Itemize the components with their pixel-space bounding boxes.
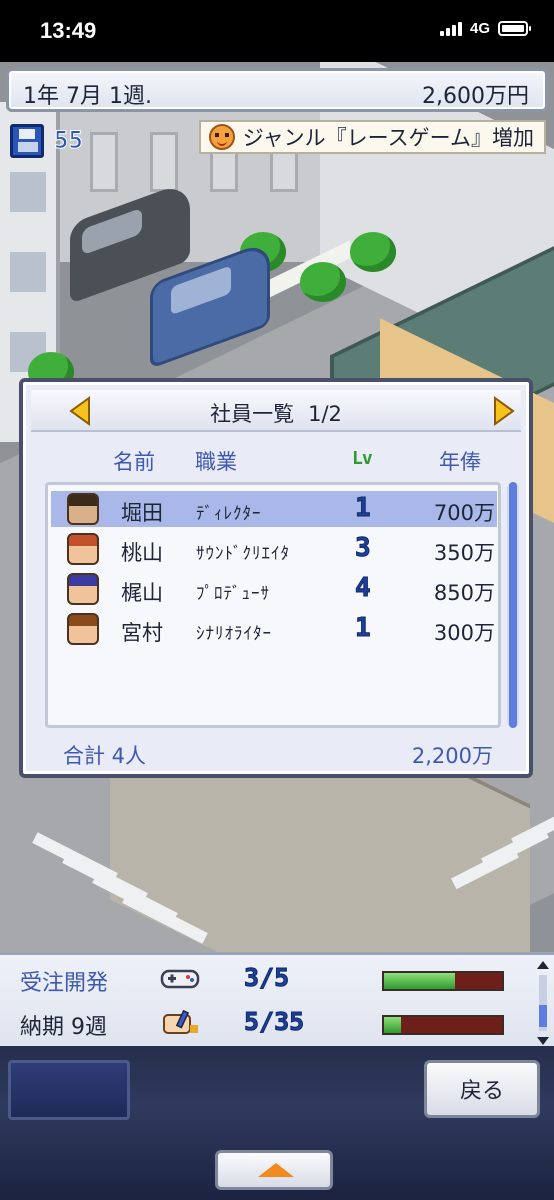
salary-total: 2,200万 <box>411 744 493 768</box>
staff-name: 宮村 <box>121 621 163 645</box>
battery-icon <box>498 21 531 36</box>
arrow-right-icon <box>494 396 515 426</box>
staff-row[interactable]: 宮村 ｼﾅﾘｵﾗｲﾀｰ 1 300万 <box>51 611 497 647</box>
staff-level: 1 <box>355 613 372 644</box>
staff-name: 堀田 <box>121 501 163 525</box>
arrow-up-icon <box>258 1163 294 1177</box>
staff-level: 4 <box>355 573 372 604</box>
bottom-menu: 戻る <box>0 1046 554 1200</box>
scroll-up-icon[interactable] <box>537 961 549 969</box>
staff-list: 堀田 ﾃﾞｨﾚｸﾀｰ 1 700万 桃山 ｻｳﾝﾄﾞｸﾘｴｲﾀ 3 350万 梶… <box>45 482 501 728</box>
game-date: 1年 7月 1週. <box>23 84 152 109</box>
date-money-bar: 1年 7月 1週. 2,600万円 <box>6 68 548 112</box>
staff-job: ｻｳﾝﾄﾞｸﾘｴｲﾀ <box>196 544 290 564</box>
funds: 2,600万円 <box>422 84 529 109</box>
news-text: ジャンル『レースゲーム』増加 <box>242 126 534 150</box>
order-label: 受注開発 <box>20 971 109 996</box>
dialog-footer: 合計 4人 2,200万 <box>63 740 493 770</box>
staff-avatar <box>67 573 99 605</box>
tree <box>300 262 346 302</box>
column-header-level: Lv <box>352 448 373 469</box>
staff-level: 3 <box>355 533 372 564</box>
menu-slot[interactable] <box>8 1060 130 1120</box>
staff-avatar <box>67 613 99 645</box>
staff-row[interactable]: 桃山 ｻｳﾝﾄﾞｸﾘｴｲﾀ 3 350万 <box>51 531 497 567</box>
staff-job: ﾃﾞｨﾚｸﾀｰ <box>196 504 262 524</box>
staff-row[interactable]: 堀田 ﾃﾞｨﾚｸﾀｰ 1 700万 <box>51 491 497 527</box>
staff-salary: 300万 <box>433 621 495 645</box>
staff-salary: 850万 <box>433 581 495 605</box>
column-header-salary: 年俸 <box>439 450 481 474</box>
order-status-line: 受注開発 3/5 <box>0 957 536 1001</box>
deadline-label: 納期 9週 <box>20 1015 107 1040</box>
status-time: 13:49 <box>40 18 97 43</box>
status-bar: 13:49 4G <box>0 0 554 62</box>
scrollbar-thumb[interactable] <box>509 482 517 728</box>
crosswalk <box>440 802 554 912</box>
scroll-down-icon[interactable] <box>537 1037 549 1045</box>
staff-salary: 700万 <box>433 501 495 525</box>
project-scrollbar[interactable] <box>536 961 550 1045</box>
list-scrollbar[interactable] <box>507 482 519 728</box>
status-indicators: 4G <box>439 20 531 37</box>
order-count: 3/5 <box>243 963 290 993</box>
project-scroll-thumb[interactable] <box>539 1005 547 1027</box>
save-count: 55 <box>54 126 84 155</box>
page-indicator: 1/2 <box>308 402 342 426</box>
dialog-header: 社員一覧 1/2 <box>31 390 521 432</box>
project-panel: 受注開発 3/5 納期 9週 5/35 <box>0 952 554 1046</box>
staff-total: 合計 4人 <box>63 744 147 768</box>
smiley-face-icon <box>208 124 235 150</box>
next-page-button[interactable] <box>491 396 517 426</box>
order-progress-bar <box>382 971 504 991</box>
column-header-name: 名前 <box>113 450 155 474</box>
staff-avatar <box>67 493 99 525</box>
crosswalk <box>20 832 280 952</box>
column-header-job: 職業 <box>195 450 237 474</box>
staff-list-dialog: 社員一覧 1/2 名前 職業 Lv 年俸 堀田 ﾃﾞｨﾚｸﾀｰ 1 700万 桃山… <box>19 378 533 778</box>
staff-name: 桃山 <box>121 541 163 565</box>
save-disk-icon[interactable] <box>10 124 44 158</box>
deadline-progress-fill <box>384 1017 401 1033</box>
tree <box>350 232 396 272</box>
staff-salary: 350万 <box>433 541 495 565</box>
staff-job: ﾌﾟﾛﾃﾞｭｰｻ <box>196 584 270 604</box>
menu-open-button[interactable] <box>215 1150 333 1190</box>
deadline-count: 5/35 <box>243 1007 305 1037</box>
staff-job: ｼﾅﾘｵﾗｲﾀｰ <box>196 624 272 644</box>
deadline-progress-bar <box>382 1015 504 1035</box>
order-progress-fill <box>384 973 455 989</box>
staff-row[interactable]: 梶山 ﾌﾟﾛﾃﾞｭｰｻ 4 850万 <box>51 571 497 607</box>
back-button[interactable]: 戻る <box>424 1060 540 1118</box>
gamepad-icon <box>160 965 200 993</box>
staff-level: 1 <box>355 493 372 524</box>
news-ticker: ジャンル『レースゲーム』増加 <box>198 120 546 154</box>
dialog-title-text: 社員一覧 <box>210 402 295 426</box>
writing-hand-icon <box>160 1009 200 1037</box>
network-type: 4G <box>469 20 490 37</box>
signal-icon <box>439 21 462 36</box>
staff-name: 梶山 <box>121 581 163 605</box>
staff-avatar <box>67 533 99 565</box>
deadline-status-line: 納期 9週 5/35 <box>0 1001 536 1045</box>
dialog-title: 社員一覧 1/2 <box>31 398 521 428</box>
